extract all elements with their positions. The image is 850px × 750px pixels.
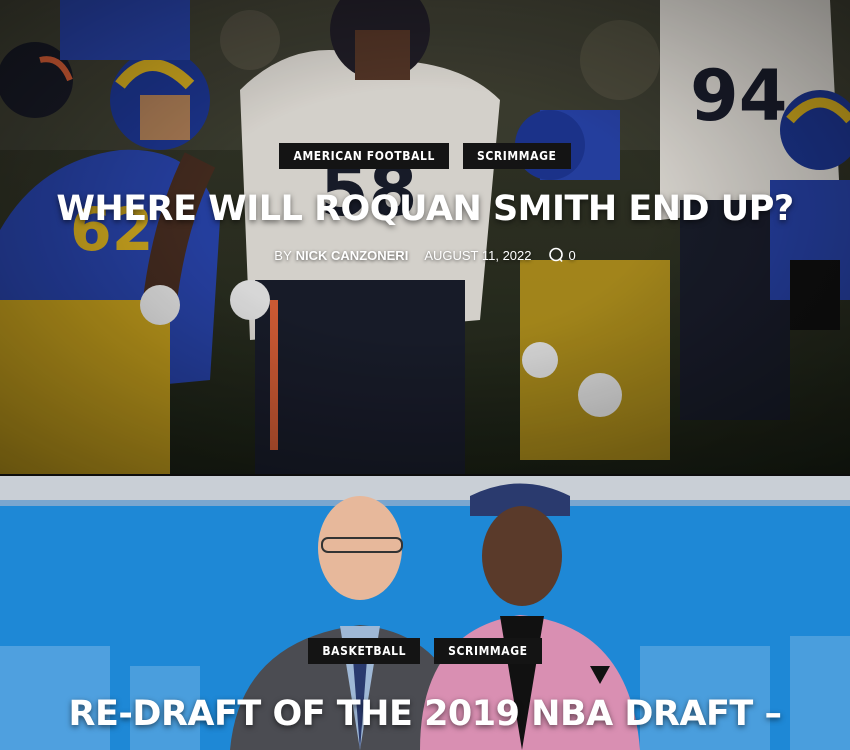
author-link[interactable]: NICK CANZONERI xyxy=(296,248,409,263)
comment-count: 0 xyxy=(568,247,576,263)
post-date[interactable]: AUGUST 11, 2022 xyxy=(424,248,531,263)
post-title[interactable]: RE-DRAFT OF THE 2019 NBA DRAFT – xyxy=(0,694,850,734)
comments-link[interactable]: 0 xyxy=(548,247,576,263)
comment-icon xyxy=(548,247,563,263)
category-tag-scrimmage[interactable]: SCRIMMAGE xyxy=(463,143,571,169)
post-card-nba-redraft[interactable]: BASKETBALL SCRIMMAGE RE-DRAFT OF THE 201… xyxy=(0,476,850,750)
category-tags: AMERICAN FOOTBALL SCRIMMAGE xyxy=(0,143,850,169)
category-tag-basketball[interactable]: BASKETBALL xyxy=(308,638,421,664)
post-overlay: AMERICAN FOOTBALL SCRIMMAGE WHERE WILL R… xyxy=(0,143,850,263)
category-tags: BASKETBALL SCRIMMAGE xyxy=(0,638,850,664)
post-card-roquan-smith[interactable]: 62 58 94 AMERICAN FO xyxy=(0,0,850,474)
byline-prefix: BY xyxy=(274,247,293,263)
post-title[interactable]: WHERE WILL ROQUAN SMITH END UP? xyxy=(0,189,850,229)
post-meta: BY NICK CANZONERI AUGUST 11, 2022 0 xyxy=(0,247,850,263)
post-overlay: BASKETBALL SCRIMMAGE RE-DRAFT OF THE 201… xyxy=(0,638,850,734)
category-tag-american-football[interactable]: AMERICAN FOOTBALL xyxy=(279,143,449,169)
category-tag-scrimmage[interactable]: SCRIMMAGE xyxy=(434,638,542,664)
